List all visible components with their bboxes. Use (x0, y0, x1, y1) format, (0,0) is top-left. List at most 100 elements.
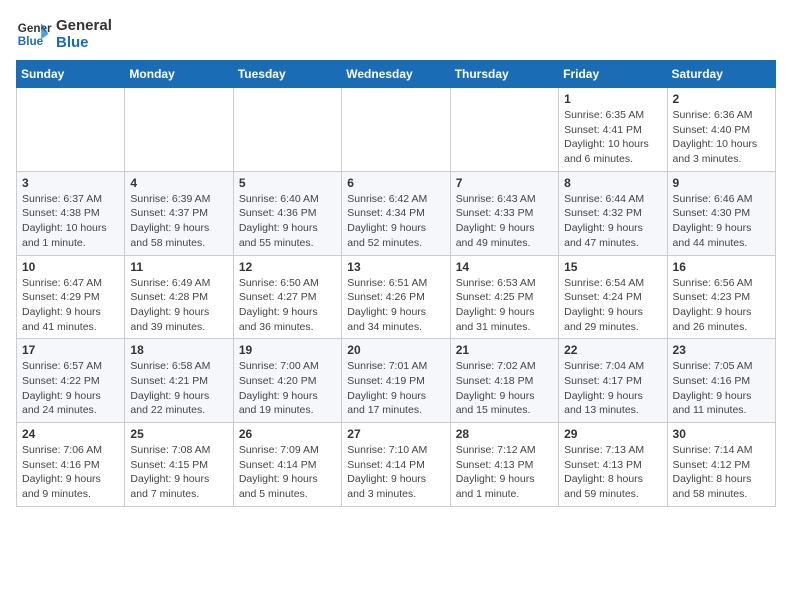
day-number: 15 (564, 260, 661, 274)
day-number: 20 (347, 343, 444, 357)
day-info: Sunrise: 6:57 AM Sunset: 4:22 PM Dayligh… (22, 359, 119, 418)
day-number: 22 (564, 343, 661, 357)
calendar-cell: 11 Sunrise: 6:49 AM Sunset: 4:28 PM Dayli… (125, 255, 233, 339)
calendar-cell: 20 Sunrise: 7:01 AM Sunset: 4:19 PM Dayli… (342, 339, 450, 423)
calendar-cell: 23 Sunrise: 7:05 AM Sunset: 4:16 PM Dayli… (667, 339, 775, 423)
day-info: Sunrise: 7:06 AM Sunset: 4:16 PM Dayligh… (22, 443, 119, 502)
calendar-cell: 1 Sunrise: 6:35 AM Sunset: 4:41 PM Daylig… (559, 88, 667, 172)
calendar-cell (342, 88, 450, 172)
calendar-cell: 29 Sunrise: 7:13 AM Sunset: 4:13 PM Dayli… (559, 423, 667, 507)
day-number: 17 (22, 343, 119, 357)
calendar-cell: 14Sunrise: 6:53 AM Sunset: 4:25 PM Dayli… (450, 255, 558, 339)
logo-general: General (56, 17, 112, 34)
calendar-cell: 26Sunrise: 7:09 AM Sunset: 4:14 PM Dayli… (233, 423, 341, 507)
day-info: Sunrise: 6:56 AM Sunset: 4:23 PM Dayligh… (673, 276, 770, 335)
calendar-week-3: 10 Sunrise: 6:47 AM Sunset: 4:29 PM Dayli… (17, 255, 776, 339)
day-number: 9 (673, 176, 770, 190)
calendar-cell: 15 Sunrise: 6:54 AM Sunset: 4:24 PM Dayli… (559, 255, 667, 339)
day-number: 28 (456, 427, 553, 441)
calendar-table: SundayMondayTuesdayWednesdayThursdayFrid… (16, 60, 776, 507)
day-info: Sunrise: 6:40 AM Sunset: 4:36 PM Dayligh… (239, 192, 336, 251)
day-number: 5 (239, 176, 336, 190)
day-info: Sunrise: 7:00 AM Sunset: 4:20 PM Dayligh… (239, 359, 336, 418)
day-info: Sunrise: 6:54 AM Sunset: 4:24 PM Dayligh… (564, 276, 661, 335)
day-number: 13 (347, 260, 444, 274)
day-info: Sunrise: 6:35 AM Sunset: 4:41 PM Dayligh… (564, 108, 661, 167)
calendar-cell: 27Sunrise: 7:10 AM Sunset: 4:14 PM Dayli… (342, 423, 450, 507)
calendar-header: SundayMondayTuesdayWednesdayThursdayFrid… (17, 61, 776, 88)
col-header-tuesday: Tuesday (233, 61, 341, 88)
day-number: 4 (130, 176, 227, 190)
calendar-body: 1 Sunrise: 6:35 AM Sunset: 4:41 PM Daylig… (17, 88, 776, 507)
calendar-cell: 12 Sunrise: 6:50 AM Sunset: 4:27 PM Dayli… (233, 255, 341, 339)
day-number: 21 (456, 343, 553, 357)
day-number: 7 (456, 176, 553, 190)
svg-text:Blue: Blue (18, 35, 44, 48)
day-number: 12 (239, 260, 336, 274)
calendar-cell: 19 Sunrise: 7:00 AM Sunset: 4:20 PM Dayli… (233, 339, 341, 423)
calendar-cell: 6 Sunrise: 6:42 AM Sunset: 4:34 PM Daylig… (342, 171, 450, 255)
calendar-week-5: 24Sunrise: 7:06 AM Sunset: 4:16 PM Dayli… (17, 423, 776, 507)
col-header-saturday: Saturday (667, 61, 775, 88)
calendar-cell: 9 Sunrise: 6:46 AM Sunset: 4:30 PM Daylig… (667, 171, 775, 255)
day-info: Sunrise: 6:39 AM Sunset: 4:37 PM Dayligh… (130, 192, 227, 251)
day-info: Sunrise: 6:49 AM Sunset: 4:28 PM Dayligh… (130, 276, 227, 335)
day-number: 2 (673, 92, 770, 106)
day-info: Sunrise: 7:10 AM Sunset: 4:14 PM Dayligh… (347, 443, 444, 502)
col-header-wednesday: Wednesday (342, 61, 450, 88)
day-info: Sunrise: 7:05 AM Sunset: 4:16 PM Dayligh… (673, 359, 770, 418)
calendar-cell: 5 Sunrise: 6:40 AM Sunset: 4:36 PM Daylig… (233, 171, 341, 255)
calendar-cell: 16 Sunrise: 6:56 AM Sunset: 4:23 PM Dayli… (667, 255, 775, 339)
day-info: Sunrise: 6:50 AM Sunset: 4:27 PM Dayligh… (239, 276, 336, 335)
calendar-cell: 24Sunrise: 7:06 AM Sunset: 4:16 PM Dayli… (17, 423, 125, 507)
day-info: Sunrise: 6:46 AM Sunset: 4:30 PM Dayligh… (673, 192, 770, 251)
calendar-cell: 2 Sunrise: 6:36 AM Sunset: 4:40 PM Daylig… (667, 88, 775, 172)
calendar-cell: 13 Sunrise: 6:51 AM Sunset: 4:26 PM Dayli… (342, 255, 450, 339)
calendar-cell: 22 Sunrise: 7:04 AM Sunset: 4:17 PM Dayli… (559, 339, 667, 423)
day-info: Sunrise: 7:04 AM Sunset: 4:17 PM Dayligh… (564, 359, 661, 418)
day-info: Sunrise: 7:13 AM Sunset: 4:13 PM Dayligh… (564, 443, 661, 502)
page-header: General Blue General Blue (16, 16, 776, 52)
day-info: Sunrise: 6:47 AM Sunset: 4:29 PM Dayligh… (22, 276, 119, 335)
day-number: 16 (673, 260, 770, 274)
calendar-cell: 8Sunrise: 6:44 AM Sunset: 4:32 PM Daylig… (559, 171, 667, 255)
day-number: 3 (22, 176, 119, 190)
day-number: 23 (673, 343, 770, 357)
calendar-cell: 18 Sunrise: 6:58 AM Sunset: 4:21 PM Dayli… (125, 339, 233, 423)
day-info: Sunrise: 7:08 AM Sunset: 4:15 PM Dayligh… (130, 443, 227, 502)
calendar-cell: 25 Sunrise: 7:08 AM Sunset: 4:15 PM Dayli… (125, 423, 233, 507)
day-number: 11 (130, 260, 227, 274)
logo: General Blue General Blue (16, 16, 112, 52)
day-info: Sunrise: 7:14 AM Sunset: 4:12 PM Dayligh… (673, 443, 770, 502)
day-number: 10 (22, 260, 119, 274)
day-number: 14 (456, 260, 553, 274)
logo-icon: General Blue (16, 16, 52, 52)
day-info: Sunrise: 7:01 AM Sunset: 4:19 PM Dayligh… (347, 359, 444, 418)
day-info: Sunrise: 6:51 AM Sunset: 4:26 PM Dayligh… (347, 276, 444, 335)
calendar-cell (17, 88, 125, 172)
calendar-cell: 3 Sunrise: 6:37 AM Sunset: 4:38 PM Daylig… (17, 171, 125, 255)
day-info: Sunrise: 6:58 AM Sunset: 4:21 PM Dayligh… (130, 359, 227, 418)
day-info: Sunrise: 6:42 AM Sunset: 4:34 PM Dayligh… (347, 192, 444, 251)
calendar-cell: 30Sunrise: 7:14 AM Sunset: 4:12 PM Dayli… (667, 423, 775, 507)
col-header-sunday: Sunday (17, 61, 125, 88)
calendar-week-1: 1 Sunrise: 6:35 AM Sunset: 4:41 PM Daylig… (17, 88, 776, 172)
day-number: 25 (130, 427, 227, 441)
calendar-week-4: 17 Sunrise: 6:57 AM Sunset: 4:22 PM Dayli… (17, 339, 776, 423)
day-info: Sunrise: 6:36 AM Sunset: 4:40 PM Dayligh… (673, 108, 770, 167)
day-number: 8 (564, 176, 661, 190)
calendar-cell: 21Sunrise: 7:02 AM Sunset: 4:18 PM Dayli… (450, 339, 558, 423)
day-number: 19 (239, 343, 336, 357)
col-header-monday: Monday (125, 61, 233, 88)
day-number: 29 (564, 427, 661, 441)
calendar-cell (233, 88, 341, 172)
day-number: 6 (347, 176, 444, 190)
calendar-cell: 17 Sunrise: 6:57 AM Sunset: 4:22 PM Dayli… (17, 339, 125, 423)
col-header-friday: Friday (559, 61, 667, 88)
calendar-cell: 28Sunrise: 7:12 AM Sunset: 4:13 PM Dayli… (450, 423, 558, 507)
calendar-cell: 10 Sunrise: 6:47 AM Sunset: 4:29 PM Dayli… (17, 255, 125, 339)
day-number: 18 (130, 343, 227, 357)
day-number: 1 (564, 92, 661, 106)
col-header-thursday: Thursday (450, 61, 558, 88)
day-info: Sunrise: 6:37 AM Sunset: 4:38 PM Dayligh… (22, 192, 119, 251)
